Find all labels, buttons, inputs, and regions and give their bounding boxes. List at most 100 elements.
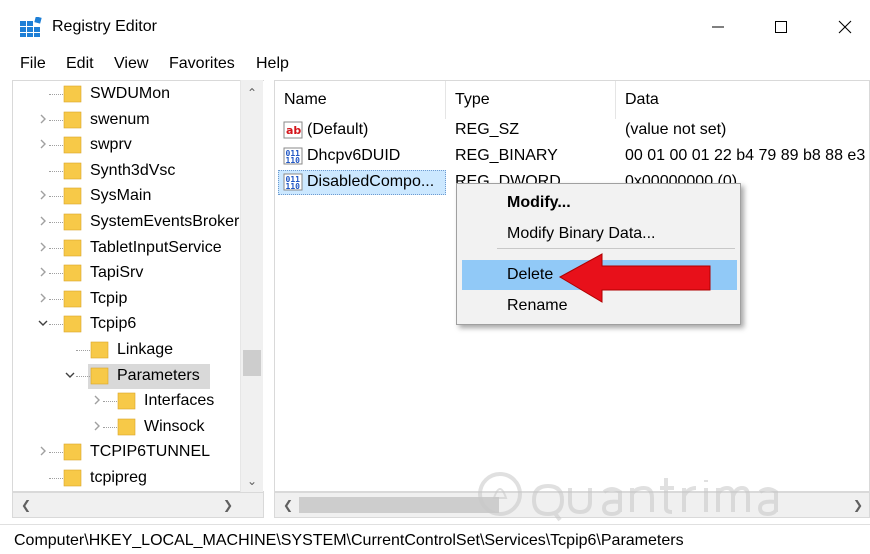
chevron-right-icon[interactable]	[37, 444, 49, 458]
tree-connector-line	[49, 273, 63, 275]
maximize-button[interactable]	[758, 10, 804, 44]
tree-item-label: swenum	[90, 110, 150, 128]
tree-item-label: tcpipreg	[90, 469, 147, 486]
title-bar: Registry Editor	[0, 0, 870, 52]
chevron-down-icon[interactable]	[64, 368, 76, 382]
tree-connector-line	[49, 222, 63, 223]
folder-icon	[63, 444, 82, 461]
tree-item-synth3dvsc[interactable]: Synth3dVsc	[13, 159, 243, 184]
minimize-icon	[712, 26, 724, 28]
chevron-right-icon[interactable]	[37, 188, 49, 202]
folder-icon	[90, 367, 109, 384]
tree-item-label: Tcpip6	[90, 315, 137, 333]
menu-favorites[interactable]: Favorites	[169, 52, 235, 73]
folder-icon	[63, 264, 82, 282]
list-scroll-thumb[interactable]	[299, 497, 499, 513]
scroll-up-arrow-icon[interactable]: ⌃	[243, 84, 261, 102]
tree-connector-line	[76, 350, 90, 351]
minimize-button[interactable]	[695, 10, 741, 44]
tree-item-winsock[interactable]: Winsock	[13, 415, 243, 440]
folder-icon	[63, 213, 82, 231]
chevron-right-icon[interactable]	[37, 214, 49, 228]
tree-item-label: swprv	[90, 136, 132, 154]
tree-item-swprv[interactable]: swprv	[13, 133, 243, 158]
value-type: REG_BINARY	[455, 147, 558, 164]
menu-file[interactable]: File	[20, 52, 46, 73]
chevron-right-icon[interactable]	[91, 393, 103, 407]
tree-item-sysmain[interactable]: SysMain	[13, 184, 243, 209]
folder-icon	[90, 341, 109, 359]
tree-connector-line	[49, 145, 63, 147]
chevron-right-icon[interactable]	[37, 291, 49, 305]
registry-editor-app-icon	[20, 17, 42, 37]
tree-connector-line	[49, 324, 63, 326]
menu-item-modify-binary-data[interactable]: Modify Binary Data...	[462, 219, 737, 249]
menu-edit[interactable]: Edit	[66, 52, 94, 73]
tree-item-interfaces[interactable]: Interfaces	[13, 389, 243, 414]
tree-item-tabletinputservice[interactable]: TabletInputService	[13, 236, 243, 261]
tree-connector-line	[49, 170, 63, 172]
tree-item-tapisrv[interactable]: TapiSrv	[13, 261, 243, 286]
close-button[interactable]	[822, 10, 868, 44]
chevron-right-icon[interactable]	[91, 419, 103, 433]
tree-item-label: SWDUMon	[90, 85, 171, 102]
chevron-right-icon[interactable]	[37, 112, 49, 126]
registry-path: Computer\HKEY_LOCAL_MACHINE\SYSTEM\Curre…	[14, 532, 684, 549]
tree-item-label: SystemEventsBroker	[90, 213, 240, 230]
tree-item-linkage[interactable]: Linkage	[13, 338, 243, 363]
scroll-right-arrow-icon[interactable]: ❯	[849, 496, 867, 514]
tree-item-parameters[interactable]: Parameters	[13, 363, 243, 389]
registry-key-tree[interactable]: SWDUMon swenum swprv Synth3dVsc SysMain Syste…	[12, 80, 264, 492]
folder-icon	[63, 290, 82, 308]
red-arrow-annotation-icon	[558, 253, 711, 303]
tree-connector-line	[49, 119, 63, 121]
tree-item-swenum[interactable]: swenum	[13, 108, 243, 133]
pane-splitter[interactable]	[264, 80, 274, 518]
column-header-name[interactable]: Name	[275, 81, 446, 119]
tree-horizontal-scrollbar[interactable]: ❮ ❯	[12, 492, 264, 518]
value-name: DisabledCompo...	[307, 173, 435, 190]
tree-connector-line	[103, 401, 117, 403]
folder-icon	[63, 162, 82, 180]
folder-icon	[63, 316, 82, 333]
tree-item-tcpipreg[interactable]: tcpipreg	[13, 466, 243, 491]
tree-item-label: Winsock	[144, 417, 205, 435]
column-header-type[interactable]: Type	[446, 81, 616, 119]
value-row-dhcpv6duid[interactable]: 011 110 Dhcpv6DUID REG_BINARY 00 01 00 0…	[275, 144, 869, 169]
tree-item-label: TCPIP6TUNNEL	[90, 443, 211, 461]
tree-item-label: TabletInputService	[90, 238, 222, 256]
svg-text:110: 110	[286, 156, 301, 165]
value-name: (Default)	[307, 121, 369, 138]
tree-item-swdumon[interactable]: SWDUMon	[13, 82, 243, 107]
tree-item-tcpip6[interactable]: Tcpip6	[13, 312, 243, 337]
binary-value-icon: 011 110	[283, 147, 303, 165]
scroll-down-arrow-icon[interactable]: ⌄	[243, 472, 261, 490]
scroll-left-arrow-icon[interactable]: ❮	[279, 496, 297, 514]
tree-connector-line	[103, 426, 117, 428]
tree-item-tcpip[interactable]: Tcpip	[13, 287, 243, 312]
tree-item-tcpip6tunnel[interactable]: TCPIP6TUNNEL	[13, 440, 243, 465]
folder-icon	[63, 239, 82, 256]
menu-view[interactable]: View	[114, 52, 148, 73]
close-icon	[838, 20, 852, 34]
value-row-default[interactable]: ab (Default) REG_SZ (value not set)	[275, 118, 869, 143]
chevron-right-icon[interactable]	[37, 240, 49, 254]
chevron-right-icon[interactable]	[37, 137, 49, 151]
scroll-right-arrow-icon[interactable]: ❯	[219, 496, 237, 514]
menu-item-label: Modify Binary Data...	[507, 225, 656, 242]
tree-item-label: Tcpip	[90, 289, 128, 307]
menu-help[interactable]: Help	[256, 52, 289, 73]
tree-scroll-thumb[interactable]	[243, 350, 261, 376]
menu-item-modify[interactable]: Modify...	[462, 188, 737, 218]
folder-icon	[117, 418, 136, 436]
chevron-right-icon[interactable]	[37, 265, 49, 279]
tree-vertical-scrollbar[interactable]: ⌃ ⌄	[240, 80, 263, 492]
column-header-data[interactable]: Data	[616, 81, 869, 119]
scroll-left-arrow-icon[interactable]: ❮	[17, 496, 35, 514]
tree-item-systemeventsbroker[interactable]: SystemEventsBroker	[13, 210, 243, 235]
folder-icon	[63, 111, 82, 128]
tree-item-label: TapiSrv	[90, 264, 144, 282]
tree-item-label: SysMain	[90, 187, 152, 205]
tree-item-label: Synth3dVsc	[90, 161, 176, 179]
chevron-down-icon[interactable]	[37, 316, 49, 330]
